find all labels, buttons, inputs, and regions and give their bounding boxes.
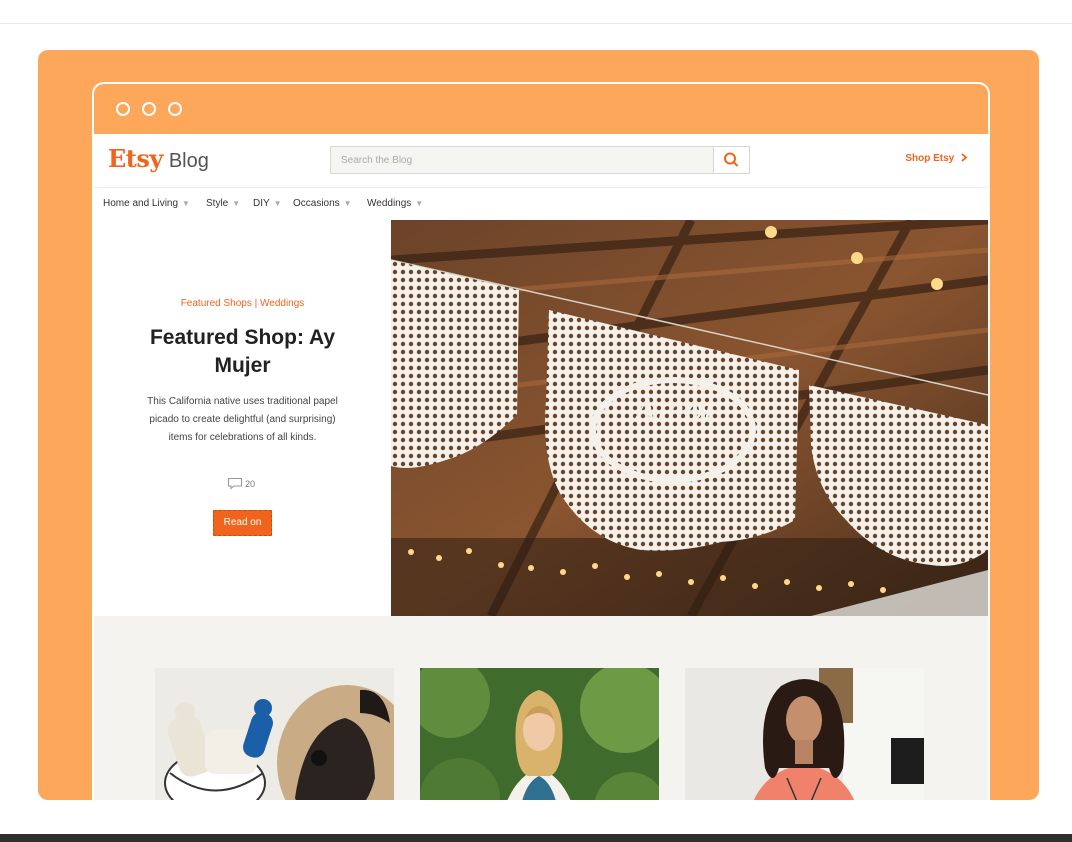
comment-count[interactable]: 20	[227, 477, 255, 490]
caret-down-icon: ▼	[182, 199, 190, 208]
article-card-woman-studio[interactable]	[685, 668, 924, 800]
bottom-bar	[0, 834, 1072, 842]
nav-item-label: Weddings	[367, 198, 412, 209]
shop-etsy-link[interactable]: Shop Etsy	[905, 153, 968, 164]
article-category[interactable]: Featured Shops | Weddings	[94, 298, 391, 309]
browser-window: EtsyBlog Shop Etsy	[92, 82, 990, 800]
window-control-dot[interactable]	[116, 102, 130, 116]
top-divider	[0, 23, 1072, 24]
photo-text: Amor	[632, 393, 719, 428]
search-input[interactable]	[331, 147, 714, 173]
nav-item-label: Style	[206, 198, 229, 209]
article-card-woman-garden[interactable]	[420, 668, 659, 800]
browser-titlebar	[94, 84, 988, 134]
comment-count-value: 20	[245, 479, 256, 489]
article-description: This California native uses traditional …	[147, 396, 338, 443]
nav-item-weddings[interactable]: Weddings ▼	[367, 198, 423, 209]
nav-item-style[interactable]: Style ▼	[206, 198, 240, 209]
nav-item-label: Occasions	[293, 198, 340, 209]
woman-garden-photo	[420, 668, 659, 800]
window-control-dot[interactable]	[142, 102, 156, 116]
featured-image[interactable]: Amor	[391, 220, 988, 616]
papel-picado-photo: Amor	[391, 220, 988, 616]
caret-down-icon: ▼	[343, 199, 352, 208]
search-bar	[330, 146, 750, 174]
pug-photo	[155, 668, 394, 800]
showcase-panel: EtsyBlog Shop Etsy	[38, 50, 1039, 800]
featured-article: Featured Shops | Weddings Featured Shop:…	[94, 220, 391, 616]
search-icon	[724, 152, 738, 167]
caret-down-icon: ▼	[232, 199, 241, 208]
chevron-right-icon	[961, 153, 968, 162]
caret-down-icon: ▼	[415, 199, 424, 208]
shop-etsy-label: Shop Etsy	[905, 153, 955, 164]
woman-studio-photo	[685, 668, 924, 800]
category-nav: Home and Living ▼ Style ▼ DIY ▼ Occasions ▼ …	[94, 187, 988, 220]
etsy-blog-logo[interactable]: Etsy Blog	[108, 144, 209, 173]
blog-page: EtsyBlog Shop Etsy	[94, 134, 988, 800]
read-on-button[interactable]: Read on	[213, 510, 272, 536]
window-control-dot[interactable]	[168, 102, 182, 116]
nav-item-home-and-living[interactable]: Home and Living ▼	[103, 198, 190, 209]
article-grid	[94, 616, 988, 800]
logo-suffix: Blog	[168, 150, 209, 172]
logo-brand: Etsy	[108, 144, 163, 173]
comment-icon	[227, 477, 243, 490]
nav-item-label: DIY	[253, 198, 270, 209]
article-card-pug[interactable]	[155, 668, 394, 800]
caret-down-icon: ▼	[273, 199, 282, 208]
search-button[interactable]	[713, 147, 749, 173]
nav-item-diy[interactable]: DIY ▼	[253, 198, 282, 209]
blog-header: EtsyBlog Shop Etsy	[94, 134, 988, 187]
nav-item-label: Home and Living	[103, 198, 179, 209]
article-title[interactable]: Featured Shop: Ay Mujer	[122, 324, 363, 380]
nav-item-occasions[interactable]: Occasions ▼	[293, 198, 352, 209]
